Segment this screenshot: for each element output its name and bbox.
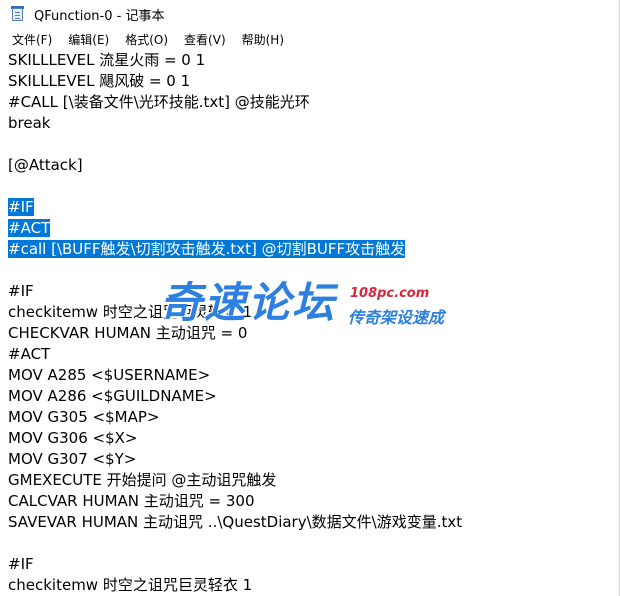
text-line: MOV G305 <$MAP> [8,407,620,428]
line-text: #CALL [\装备文件\光环技能.txt] @技能光环 [8,93,310,111]
text-line: SKILLLEVEL 流星火雨 = 0 1 [8,50,620,71]
text-line: #call [\BUFF触发\切割攻击触发.txt] @切割BUFF攻击触发 [8,239,620,260]
selected-text: #ACT [8,219,51,237]
menu-view[interactable]: 查看(V) [176,29,234,50]
watermark-title: 奇速论坛 [160,278,337,327]
menu-file[interactable]: 文件(F) [4,29,60,50]
selected-text: #IF [8,198,34,216]
line-text: break [8,114,51,132]
text-line: CALCVAR HUMAN 主动诅咒 = 300 [8,491,620,512]
line-text: CALCVAR HUMAN 主动诅咒 = 300 [8,492,255,510]
line-text: #ACT [8,345,51,363]
line-text: MOV A286 <$GUILDNAME> [8,387,217,405]
text-line: #CALL [\装备文件\光环技能.txt] @技能光环 [8,92,620,113]
menu-format[interactable]: 格式(O) [117,29,176,50]
text-line: MOV G307 <$Y> [8,449,620,470]
menu-help[interactable]: 帮助(H) [234,29,292,50]
text-line: #ACT [8,218,620,239]
line-text: [@Attack] [8,156,83,174]
text-line: MOV G306 <$X> [8,428,620,449]
selected-text: #call [\BUFF触发\切割攻击触发.txt] @切割BUFF攻击触发 [8,240,406,258]
text-line [8,134,620,155]
menu-edit[interactable]: 编辑(E) [60,29,117,50]
watermark-url: 108pc.com [350,286,430,301]
text-line: MOV A285 <$USERNAME> [8,365,620,386]
window-title: QFunction-0 - 记事本 [34,8,165,24]
text-line: break [8,113,620,134]
watermark: 奇速论坛 108pc.com 传奇架设速成 [160,280,460,340]
text-line: [@Attack] [8,155,620,176]
text-line: #IF [8,554,620,575]
notepad-icon [10,6,26,22]
text-line: #ACT [8,344,620,365]
line-text: MOV G307 <$Y> [8,450,137,468]
text-line [8,533,620,554]
text-line: SAVEVAR HUMAN 主动诅咒 ..\QuestDiary\数据文件\游戏… [8,512,620,533]
line-text: SAVEVAR HUMAN 主动诅咒 ..\QuestDiary\数据文件\游戏… [8,513,463,531]
line-text: SKILLLEVEL 飓风破 = 0 1 [8,72,191,90]
line-text: checkitemw 时空之诅咒巨灵轻衣 1 [8,576,253,594]
line-text: GMEXECUTE 开始提问 @主动诅咒触发 [8,471,277,489]
text-line: SKILLLEVEL 飓风破 = 0 1 [8,71,620,92]
text-line: MOV A286 <$GUILDNAME> [8,386,620,407]
menu-bar: 文件(F) 编辑(E) 格式(O) 查看(V) 帮助(H) [0,28,620,50]
line-text: #IF [8,555,34,573]
notepad-window: QFunction-0 - 记事本 文件(F) 编辑(E) 格式(O) 查看(V… [0,0,620,596]
line-text: MOV G306 <$X> [8,429,138,447]
text-line: #IF [8,197,620,218]
watermark-subtitle: 传奇架设速成 [348,308,445,327]
line-text: MOV A285 <$USERNAME> [8,366,211,384]
text-line: GMEXECUTE 开始提问 @主动诅咒触发 [8,470,620,491]
line-text: #IF [8,282,34,300]
text-line: checkitemw 时空之诅咒巨灵轻衣 1 [8,575,620,596]
title-bar[interactable]: QFunction-0 - 记事本 [0,0,620,28]
line-text: SKILLLEVEL 流星火雨 = 0 1 [8,51,206,69]
text-line [8,176,620,197]
line-text: MOV G305 <$MAP> [8,408,160,426]
